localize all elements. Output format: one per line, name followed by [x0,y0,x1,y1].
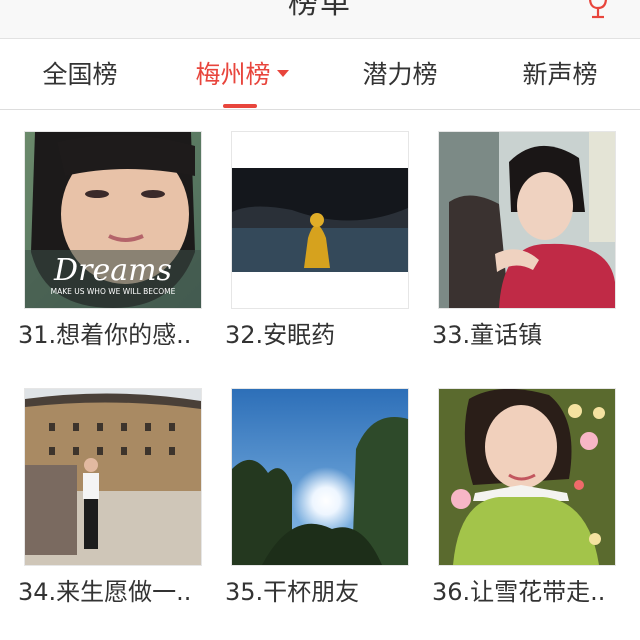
song-title[interactable]: 32.安眠药 [225,319,421,351]
song-cover[interactable]: Dreams MAKE US WHO WE WILL BECOME [24,131,202,309]
song-cover[interactable] [438,388,616,566]
song-cover[interactable] [231,388,409,566]
caret-down-icon [276,69,289,77]
song-cover[interactable] [231,131,409,309]
song-title[interactable]: 34.来生愿做一.. [18,576,214,608]
song-title[interactable]: 33.童话镇 [432,319,628,351]
top-bar: 榜单 [0,0,640,39]
tab-meizhou[interactable]: 梅州榜 [182,57,302,93]
tab-new-voice[interactable]: 新声榜 [510,57,610,93]
song-title[interactable]: 31.想着你的感.. [18,319,214,351]
tab-label: 全国榜 [42,60,118,89]
active-tab-indicator [223,104,257,108]
tab-label: 梅州榜 [195,60,271,89]
microphone-icon[interactable] [586,0,610,24]
cover-text-tagline: MAKE US WHO WE WILL BECOME [51,287,176,296]
page-title: 榜单 [288,0,352,21]
tab-label: 新声榜 [522,60,598,89]
tab-national[interactable]: 全国榜 [30,57,130,93]
tab-label: 潜力榜 [362,60,438,89]
song-title[interactable]: 36.让雪花带走.. [432,576,628,608]
song-title[interactable]: 35.干杯朋友 [225,576,421,608]
ranking-tabs: 全国榜 梅州榜 潜力榜 新声榜 [0,39,640,110]
song-cover[interactable] [24,388,202,566]
song-cover[interactable] [438,131,616,309]
tab-potential[interactable]: 潜力榜 [350,57,450,93]
cover-text-dreams: Dreams [53,253,172,288]
